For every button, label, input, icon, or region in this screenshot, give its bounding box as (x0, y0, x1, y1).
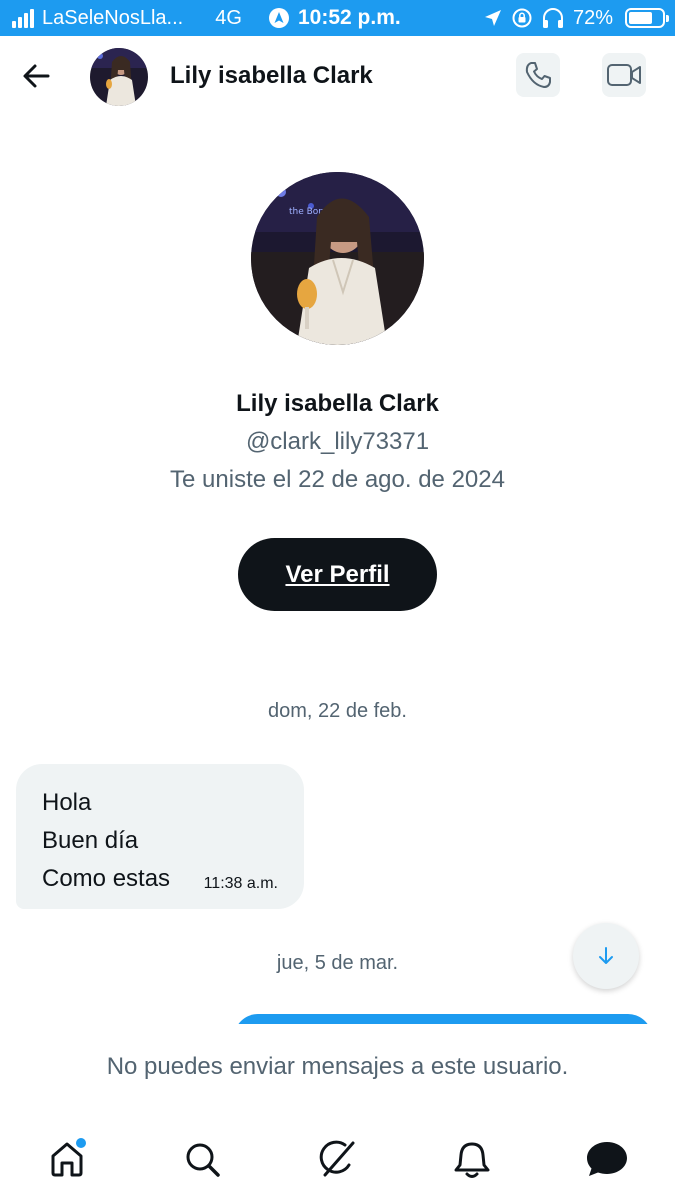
profile-photo: the Bond (251, 172, 424, 345)
mail-icon (587, 1142, 627, 1176)
signal-icon (12, 8, 34, 28)
avatar[interactable] (90, 48, 148, 106)
nav-notifications[interactable] (447, 1134, 497, 1184)
profile-joined-date: Te uniste el 22 de ago. de 2024 (170, 466, 505, 493)
headphones-icon (542, 8, 563, 28)
date-separator: dom, 22 de feb. (268, 700, 407, 722)
view-profile-button[interactable]: Ver Perfil (238, 538, 437, 611)
status-time: 10:52 p.m. (298, 6, 401, 29)
notification-dot (76, 1138, 86, 1148)
received-message-bubble[interactable]: Hola Buen día Como estas 11:38 a.m. (16, 764, 304, 909)
battery-percent: 72% (572, 6, 613, 29)
location-arrow-icon (484, 10, 501, 26)
cannot-message-notice: No puedes enviar mensajes a este usuario… (106, 1053, 569, 1080)
status-center: 10:52 p.m. (268, 0, 401, 36)
nav-home[interactable] (42, 1134, 92, 1184)
profile-name: Lily isabella Clark (236, 390, 439, 417)
status-left: LaSeleNosLla... 4G (12, 0, 242, 36)
profile-handle: @clark_lily73371 (245, 428, 430, 455)
avatar-photo (90, 48, 148, 106)
scroll-to-bottom-button[interactable] (573, 923, 639, 989)
video-camera-icon (607, 64, 641, 86)
phone-icon (525, 62, 551, 88)
bell-icon (454, 1142, 490, 1178)
location-services-icon (269, 8, 289, 28)
nav-grok[interactable] (312, 1134, 362, 1184)
network-type: 4G (215, 6, 242, 29)
message-time: 11:38 a.m. (203, 875, 278, 892)
conversation-header: Lily isabella Clark (0, 36, 675, 116)
arrow-left-icon (23, 64, 50, 88)
message-line: Buen día (42, 827, 139, 854)
grok-icon (319, 1140, 355, 1177)
message-line: Hola (42, 789, 92, 816)
back-button[interactable] (16, 56, 56, 96)
battery-level (629, 12, 653, 24)
video-call-button[interactable] (602, 53, 646, 97)
nav-search[interactable] (177, 1134, 227, 1184)
bottom-navigation (0, 1120, 675, 1200)
header-name[interactable]: Lily isabella Clark (170, 62, 373, 90)
nav-messages[interactable] (582, 1134, 632, 1184)
search-icon (186, 1143, 220, 1177)
battery-icon (625, 8, 669, 28)
carrier-name: LaSeleNosLla... (42, 6, 184, 29)
arrow-down-icon (599, 947, 613, 964)
status-bar: LaSeleNosLla... 4G 10:52 p.m. 72% (0, 0, 675, 36)
rotation-lock-icon (512, 8, 532, 28)
call-button[interactable] (516, 53, 560, 97)
status-right: 72% (483, 0, 669, 36)
profile-avatar[interactable]: the Bond (251, 172, 424, 345)
